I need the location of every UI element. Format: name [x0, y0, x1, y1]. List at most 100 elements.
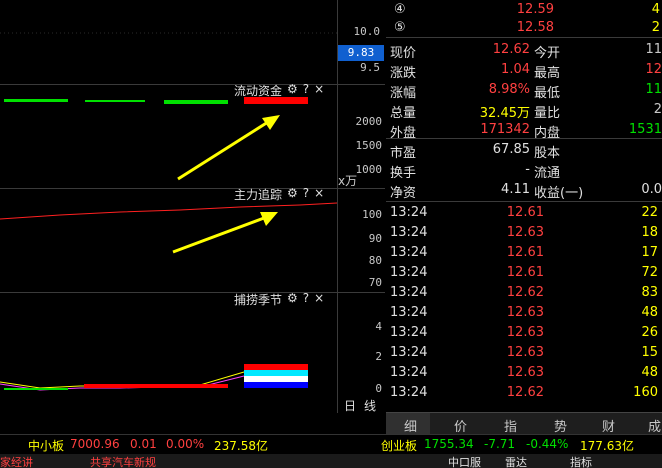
annotation-arrow [172, 216, 265, 254]
fundamental-value: 4.11 [501, 182, 530, 197]
fund-flow-bar-green [4, 99, 68, 102]
help-icon[interactable]: ? [303, 82, 309, 96]
tick-row[interactable]: 13:24 12.62 160 [386, 383, 662, 403]
quote-label: 现价 [390, 46, 417, 61]
tick-row[interactable]: 13:24 12.63 18 [386, 223, 662, 243]
tick-row[interactable]: 13:24 12.63 15 [386, 343, 662, 363]
gem-index-change: -7.71 [484, 437, 516, 451]
tick-price: 12.63 [506, 365, 544, 380]
tick-row[interactable]: 13:24 12.61 22 [386, 203, 662, 223]
fundamental-label: 换手 [390, 166, 417, 181]
annotation-arrow [177, 120, 269, 181]
tick-row[interactable]: 13:24 12.63 26 [386, 323, 662, 343]
tick-time: 13:24 [390, 245, 428, 260]
fund-flow-unit: x万 [338, 174, 358, 188]
gem-index-pct: -0.44% [526, 437, 569, 451]
seasons-axis-label: 4 [375, 320, 382, 333]
quote-value: 1531 [628, 122, 662, 137]
quote-label: 量比 [534, 106, 561, 121]
tick-row[interactable]: 13:24 12.61 72 [386, 263, 662, 283]
tab-price[interactable]: 价 [454, 416, 467, 435]
tab-trades[interactable]: 成 [648, 416, 661, 435]
order-book-row: ⑤ 12.58 2 [386, 18, 662, 38]
sme-index-name[interactable]: 中小板 [28, 437, 64, 454]
main-tracking-axis-label: 100 [362, 208, 382, 221]
price-axis-label: 10.0 [353, 25, 381, 38]
seasons-tools: ⚙? × [282, 291, 324, 305]
quote-label: 今开 [534, 46, 561, 61]
gear-icon[interactable]: ⚙ [287, 186, 298, 200]
tick-row[interactable]: 13:24 12.61 17 [386, 243, 662, 263]
quote-value: 2 [653, 102, 662, 117]
panel-separator [0, 84, 385, 85]
fund-flow-axis-label: 2000 [355, 115, 383, 128]
tick-volume: 83 [641, 285, 658, 300]
fundamental-label: 流通 [534, 166, 561, 181]
quote-label: 最高 [534, 66, 561, 81]
news-ticker-item[interactable]: 家经讲 [0, 454, 33, 468]
fund-flow-tools: ⚙? × [282, 82, 324, 96]
quote-row: 外盘 171342 内盘 1531 [386, 120, 662, 141]
order-price: 12.59 [516, 2, 554, 17]
tick-volume: 48 [641, 305, 658, 320]
fundamental-label: 市盈 [390, 146, 417, 161]
line-button[interactable]: 线 [364, 397, 376, 414]
radar-button[interactable]: 雷达 [505, 454, 527, 468]
quote-label: 涨跌 [390, 66, 417, 81]
tick-row[interactable]: 13:24 12.62 83 [386, 283, 662, 303]
tick-row[interactable]: 13:24 12.63 48 [386, 363, 662, 383]
help-icon[interactable]: ? [303, 186, 309, 200]
fundamental-row: 换手 - 流通 [386, 160, 662, 181]
indicator-button[interactable]: 指标 [570, 454, 592, 468]
quote-value: 171342 [480, 122, 530, 137]
gear-icon[interactable]: ⚙ [287, 82, 298, 96]
quote-row: 现价 12.62 今开 11 [386, 40, 662, 61]
order-volume: 2 [651, 20, 660, 35]
day-button[interactable]: 日 [344, 397, 356, 414]
gem-index-name[interactable]: 创业板 [381, 437, 417, 454]
tick-time: 13:24 [390, 225, 428, 240]
season-bar-cyan [244, 370, 308, 376]
fundamental-value: 0.0 [641, 182, 662, 197]
tick-price: 12.63 [506, 345, 544, 360]
status-item[interactable]: 中口服 [448, 454, 481, 468]
gear-icon[interactable]: ⚙ [287, 291, 298, 305]
order-level: ⑤ [394, 20, 406, 35]
detail-tabs: 细 价 指 势 财 成 [386, 412, 662, 435]
fundamental-value: 67.85 [492, 142, 530, 157]
gem-index-amount: 177.63亿 [580, 439, 634, 453]
tick-row[interactable]: 13:24 12.63 48 [386, 303, 662, 323]
tick-volume: 48 [641, 365, 658, 380]
tick-volume: 22 [641, 205, 658, 220]
quote-value: 11 [645, 82, 662, 97]
fundamental-row: 市盈 67.85 股本 [386, 140, 662, 161]
news-ticker-item[interactable]: 共享汽车新规 [90, 454, 156, 468]
fundamental-value: - [525, 162, 530, 177]
quote-value: 8.98% [488, 82, 530, 97]
main-tracking-line [0, 202, 338, 220]
tab-finance[interactable]: 财 [602, 416, 615, 435]
tick-volume: 17 [641, 245, 658, 260]
main-tracking-axis-label: 80 [368, 254, 382, 267]
season-bar-green [4, 388, 68, 390]
status-bar: 家经讲 共享汽车新规 中口服 雷达 指标 [0, 454, 662, 468]
tab-trend[interactable]: 势 [554, 416, 567, 435]
help-icon[interactable]: ? [303, 291, 309, 305]
close-icon[interactable]: × [314, 186, 324, 200]
tab-index[interactable]: 指 [504, 416, 517, 435]
order-book-row: ④ 12.59 4 [386, 0, 662, 20]
period-buttons: 日 线 [338, 396, 386, 414]
tick-price: 12.63 [506, 305, 544, 320]
close-icon[interactable]: × [314, 291, 324, 305]
tab-detail[interactable]: 细 [404, 416, 417, 435]
order-level: ④ [394, 2, 406, 17]
order-volume: 4 [651, 2, 660, 17]
sme-index-pct: 0.00% [166, 437, 205, 451]
season-bar-white [244, 376, 308, 382]
tick-volume: 160 [633, 385, 658, 400]
fund-flow-title: 流动资金 [234, 84, 283, 98]
chart-area[interactable]: 10.0 9.83 9.5 流动资金 ⚙? × 2000 1500 1000 x万… [0, 0, 385, 413]
quote-row: 涨幅 8.98% 最低 11 [386, 80, 662, 101]
close-icon[interactable]: × [314, 82, 324, 96]
main-tracking-tools: ⚙? × [282, 186, 324, 200]
